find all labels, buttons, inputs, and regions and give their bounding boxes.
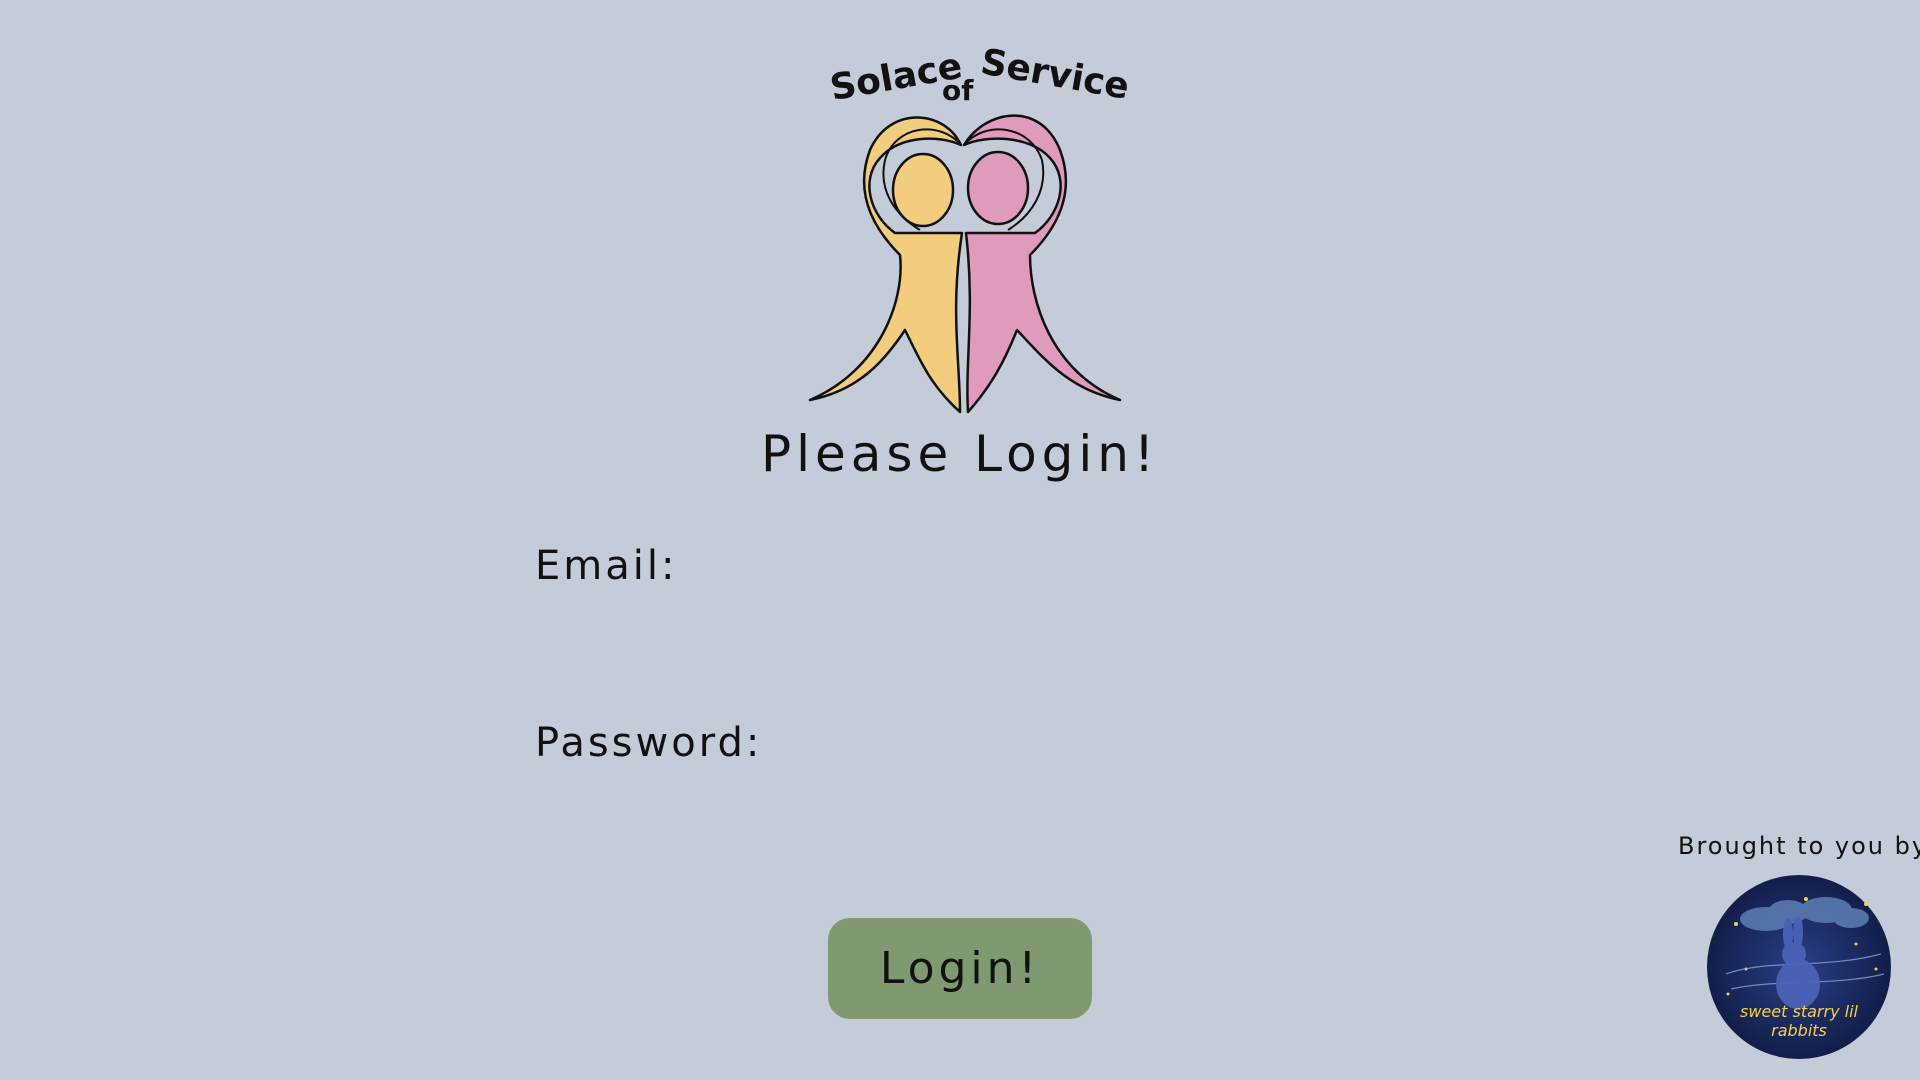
credit-label: Brought to you by: (1678, 832, 1920, 860)
badge-text-line2: rabbits (1771, 1021, 1827, 1040)
login-page: Solace of Service Please Login! Email: P… (0, 0, 1920, 1080)
logo-text-of: of (942, 74, 974, 107)
login-button[interactable]: Login! (828, 918, 1092, 1019)
email-label: Email: (535, 543, 678, 589)
password-field[interactable] (735, 720, 1369, 772)
logo-wordmark: Solace of Service (827, 42, 1132, 110)
sweet-starry-lil-rabbits-logo: sweet starry lil rabbits (1707, 875, 1891, 1059)
solace-of-service-logo: Solace of Service (808, 42, 1132, 414)
logo-right-head (966, 150, 1030, 226)
password-label: Password: (535, 720, 763, 766)
page-title: Please Login! (760, 425, 1160, 483)
badge-text-line1: sweet starry lil (1740, 1002, 1858, 1021)
logo-left-head (891, 152, 955, 228)
logo-text-service: Service (978, 42, 1133, 108)
email-field[interactable] (665, 543, 1369, 595)
